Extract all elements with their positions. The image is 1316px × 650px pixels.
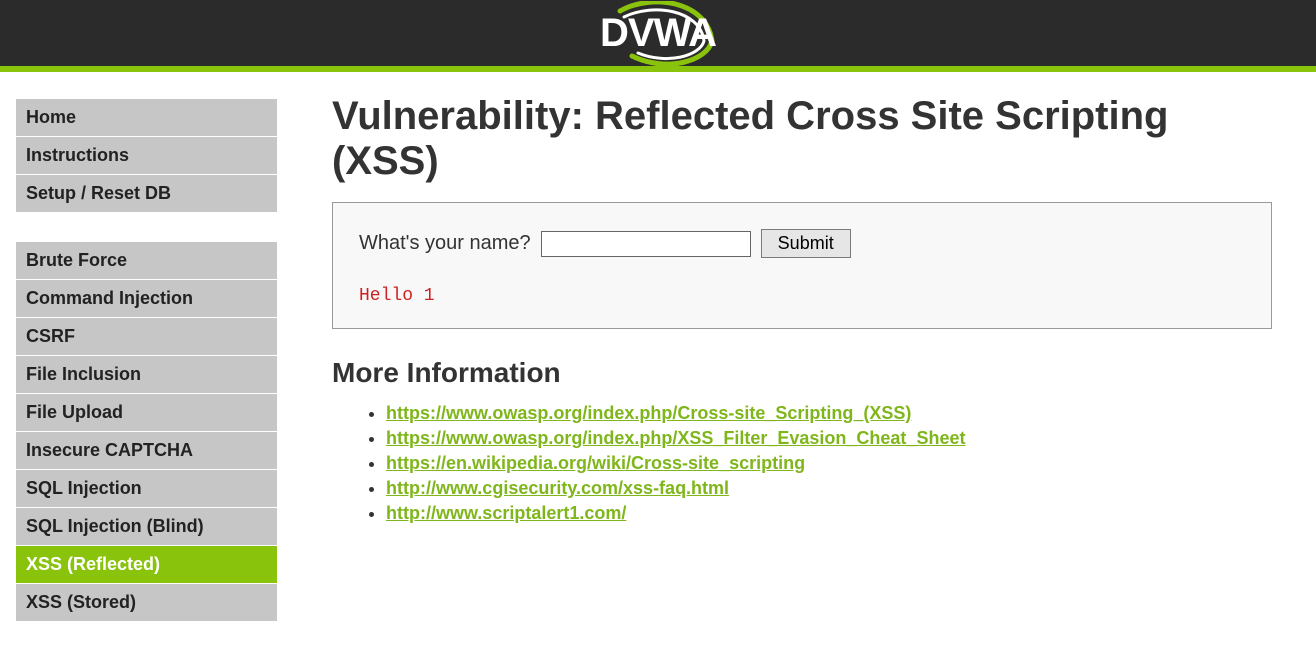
sidebar-item-instructions[interactable]: Instructions bbox=[15, 136, 278, 174]
sidebar-item-command-injection[interactable]: Command Injection bbox=[15, 279, 278, 317]
info-link[interactable]: https://www.owasp.org/index.php/Cross-si… bbox=[386, 403, 911, 423]
sidebar-item-setup-reset-db[interactable]: Setup / Reset DB bbox=[15, 174, 278, 213]
list-item: http://www.cgisecurity.com/xss-faq.html bbox=[386, 478, 1286, 499]
top-banner: DVWA bbox=[0, 0, 1316, 66]
sidebar: HomeInstructionsSetup / Reset DB Brute Fo… bbox=[15, 98, 278, 650]
sidebar-item-brute-force[interactable]: Brute Force bbox=[15, 241, 278, 279]
list-item: http://www.scriptalert1.com/ bbox=[386, 503, 1286, 524]
list-item: https://www.owasp.org/index.php/XSS_Filt… bbox=[386, 428, 1286, 449]
more-info-links: https://www.owasp.org/index.php/Cross-si… bbox=[332, 403, 1286, 524]
sidebar-item-sql-injection-blind[interactable]: SQL Injection (Blind) bbox=[15, 507, 278, 545]
info-link[interactable]: https://www.owasp.org/index.php/XSS_Filt… bbox=[386, 428, 965, 448]
result-output: Hello 1 bbox=[359, 286, 1245, 306]
info-link[interactable]: https://en.wikipedia.org/wiki/Cross-site… bbox=[386, 453, 805, 473]
submit-button[interactable]: Submit bbox=[761, 229, 851, 258]
sidebar-item-xss-reflected[interactable]: XSS (Reflected) bbox=[15, 545, 278, 583]
page-title: Vulnerability: Reflected Cross Site Scri… bbox=[332, 94, 1286, 184]
sidebar-item-insecure-captcha[interactable]: Insecure CAPTCHA bbox=[15, 431, 278, 469]
info-link[interactable]: http://www.cgisecurity.com/xss-faq.html bbox=[386, 478, 729, 498]
name-input[interactable] bbox=[541, 231, 751, 257]
sidebar-item-sql-injection[interactable]: SQL Injection bbox=[15, 469, 278, 507]
more-info-heading: More Information bbox=[332, 357, 1286, 389]
list-item: https://www.owasp.org/index.php/Cross-si… bbox=[386, 403, 1286, 424]
main-content: Vulnerability: Reflected Cross Site Scri… bbox=[278, 72, 1316, 558]
sidebar-item-xss-stored[interactable]: XSS (Stored) bbox=[15, 583, 278, 622]
sidebar-item-csrf[interactable]: CSRF bbox=[15, 317, 278, 355]
logo-text: DVWA bbox=[600, 11, 716, 56]
sidebar-item-home[interactable]: Home bbox=[15, 98, 278, 136]
sidebar-item-file-upload[interactable]: File Upload bbox=[15, 393, 278, 431]
name-label: What's your name? bbox=[359, 232, 531, 255]
sidebar-item-file-inclusion[interactable]: File Inclusion bbox=[15, 355, 278, 393]
name-form-box: What's your name? Submit Hello 1 bbox=[332, 202, 1272, 329]
logo: DVWA bbox=[600, 11, 716, 56]
list-item: https://en.wikipedia.org/wiki/Cross-site… bbox=[386, 453, 1286, 474]
info-link[interactable]: http://www.scriptalert1.com/ bbox=[386, 503, 626, 523]
